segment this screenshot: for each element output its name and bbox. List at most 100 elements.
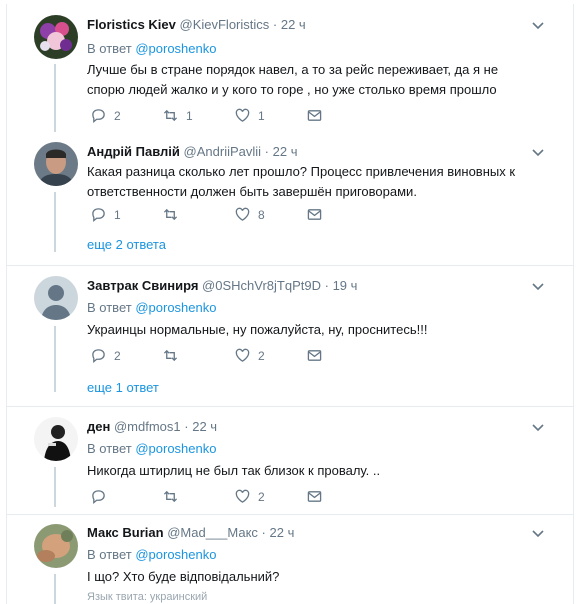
reply-to-line: В ответ @poroshenko xyxy=(87,300,216,315)
retweet-icon xyxy=(163,208,178,221)
like-count: 8 xyxy=(258,207,265,222)
tweet-time[interactable]: 22 ч xyxy=(273,144,298,159)
reply-icon xyxy=(92,490,105,504)
chevron-down-icon[interactable] xyxy=(531,19,545,33)
envelope-icon xyxy=(307,491,322,502)
separator-dot: · xyxy=(272,17,278,32)
reply-icon xyxy=(92,349,105,363)
author-name[interactable]: Floristics Kiev xyxy=(87,17,176,32)
retweet-button[interactable] xyxy=(163,207,186,222)
tweet-text: Никогда штирлиц не был так близок к пров… xyxy=(87,463,381,478)
author-name[interactable]: Андрій Павлій xyxy=(87,144,180,159)
retweet-button[interactable] xyxy=(163,489,186,504)
author-name[interactable]: Макс Burian xyxy=(87,525,164,540)
separator-dot: · xyxy=(264,144,269,159)
author-handle[interactable]: @AndriiPavlii xyxy=(184,144,262,159)
heart-icon xyxy=(235,348,250,362)
thread-line xyxy=(54,326,56,392)
reply-to-link[interactable]: @poroshenko xyxy=(135,547,216,562)
chevron-down-icon[interactable] xyxy=(531,146,545,160)
chevron-down-icon[interactable] xyxy=(531,527,545,541)
reply-to-link[interactable]: @poroshenko xyxy=(135,41,216,56)
avatar[interactable] xyxy=(34,276,78,320)
dm-button[interactable] xyxy=(307,207,330,222)
avatar[interactable] xyxy=(34,417,78,461)
author-name[interactable]: ден xyxy=(87,419,110,434)
retweet-icon xyxy=(163,490,178,503)
reply-to-line: В ответ @poroshenko xyxy=(87,441,216,456)
reply-to-line: В ответ @poroshenko xyxy=(87,41,216,56)
separator-dot: · xyxy=(261,525,266,540)
show-more-replies-link[interactable]: еще 2 ответа xyxy=(87,237,166,252)
chevron-down-icon[interactable] xyxy=(531,421,545,435)
reply-icon xyxy=(92,109,105,123)
reply-button[interactable] xyxy=(91,489,114,504)
reply-button[interactable]: 2 xyxy=(91,108,121,123)
retweet-button[interactable]: 1 xyxy=(163,108,193,123)
tweet-header: Завтрак Свиниря @0SHchVr8jTqPt9D · 19 ч xyxy=(87,278,357,293)
dm-button[interactable] xyxy=(307,348,330,363)
tweet-time[interactable]: 22 ч xyxy=(281,17,306,32)
tweet-header: Макс Burian @Mad___Макс · 22 ч xyxy=(87,525,294,540)
reply-button[interactable]: 1 xyxy=(91,207,121,222)
tweet-header: ден @mdfmos1 · 22 ч xyxy=(87,419,217,434)
like-count: 1 xyxy=(258,108,265,123)
dm-button[interactable] xyxy=(307,489,330,504)
separator-dot: · xyxy=(184,419,189,434)
tweet-text: Какая разница сколько лет прошло? Процес… xyxy=(87,164,516,199)
reply-count: 2 xyxy=(114,108,121,123)
heart-icon xyxy=(235,207,250,221)
avatar[interactable] xyxy=(34,524,78,568)
avatar[interactable] xyxy=(34,15,78,59)
like-button[interactable]: 1 xyxy=(235,108,265,123)
like-button[interactable]: 2 xyxy=(235,489,265,504)
author-handle[interactable]: @0SHchVr8jTqPt9D xyxy=(202,278,321,293)
tweet-item[interactable]: Андрій Павлій @AndriiPavlii · 22 ч Какая… xyxy=(7,132,573,265)
author-handle[interactable]: @KievFloristics xyxy=(180,17,270,32)
tweet-text: Украинцы нормальные, ну пожалуйста, ну, … xyxy=(87,322,428,337)
retweet-button[interactable] xyxy=(163,348,186,363)
tweet-header: Floristics Kiev @KievFloristics · 22 ч xyxy=(87,17,306,32)
tweet-replies-timeline: Floristics Kiev @KievFloristics · 22 ч В… xyxy=(6,4,574,604)
like-button[interactable]: 2 xyxy=(235,348,265,363)
reply-to-link[interactable]: @poroshenko xyxy=(135,300,216,315)
author-handle[interactable]: @Mad___Макс xyxy=(167,525,258,540)
tweet-item[interactable]: Макс Burian @Mad___Макс · 22 ч В ответ @… xyxy=(7,515,573,604)
reply-count: 2 xyxy=(114,348,121,363)
dm-button[interactable] xyxy=(307,108,330,123)
heart-icon xyxy=(235,489,250,503)
envelope-icon xyxy=(307,209,322,220)
reply-prefix: В ответ xyxy=(87,441,132,456)
thread-line xyxy=(54,64,56,132)
reply-icon xyxy=(92,208,105,222)
tweet-time[interactable]: 19 ч xyxy=(333,278,358,293)
reply-prefix: В ответ xyxy=(87,547,132,562)
retweet-count: 1 xyxy=(186,108,193,123)
avatar[interactable] xyxy=(34,142,78,186)
tweet-header: Андрій Павлій @AndriiPavlii · 22 ч xyxy=(87,144,297,159)
show-more-replies-link[interactable]: еще 1 ответ xyxy=(87,380,159,395)
tweet-time[interactable]: 22 ч xyxy=(270,525,295,540)
like-count: 2 xyxy=(258,348,265,363)
tweet-text: І що? Хто буде відповідальний? xyxy=(87,569,280,584)
tweet-item[interactable]: ден @mdfmos1 · 22 ч В ответ @poroshenko … xyxy=(7,407,573,514)
reply-to-link[interactable]: @poroshenko xyxy=(135,441,216,456)
author-handle[interactable]: @mdfmos1 xyxy=(114,419,181,434)
separator-dot: · xyxy=(324,278,329,293)
reply-prefix: В ответ xyxy=(87,41,132,56)
reply-button[interactable]: 2 xyxy=(91,348,121,363)
author-name[interactable]: Завтрак Свиниря xyxy=(87,278,198,293)
reply-count: 1 xyxy=(114,207,121,222)
tweet-item[interactable]: Завтрак Свиниря @0SHchVr8jTqPt9D · 19 ч … xyxy=(7,266,573,406)
envelope-icon xyxy=(307,110,322,121)
like-count: 2 xyxy=(258,489,265,504)
retweet-icon xyxy=(163,109,178,122)
envelope-icon xyxy=(307,350,322,361)
thread-line xyxy=(54,467,56,507)
like-button[interactable]: 8 xyxy=(235,207,265,222)
chevron-down-icon[interactable] xyxy=(531,280,545,294)
tweet-item[interactable]: Floristics Kiev @KievFloristics · 22 ч В… xyxy=(7,4,573,132)
tweet-time[interactable]: 22 ч xyxy=(192,419,217,434)
heart-icon xyxy=(235,108,250,122)
tweet-language-note: Язык твита: украинский xyxy=(87,591,208,603)
